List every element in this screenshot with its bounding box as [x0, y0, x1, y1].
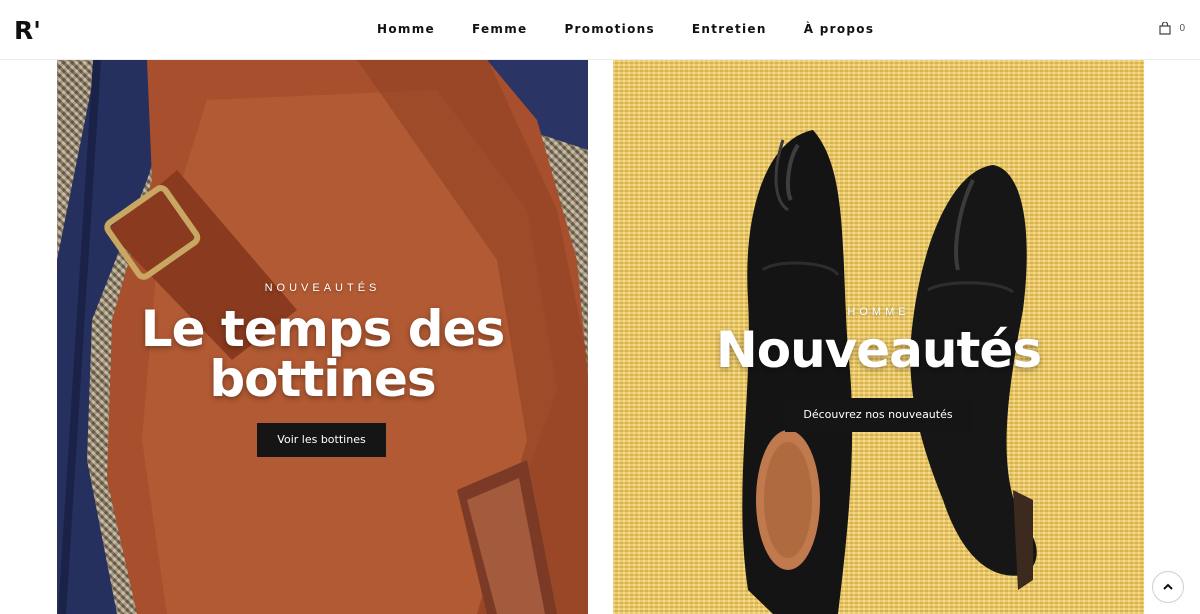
chevron-up-icon	[1163, 583, 1173, 590]
shopping-bag-icon	[1159, 22, 1172, 35]
nav-item-entretien[interactable]: Entretien	[692, 22, 767, 36]
promo-panel-nouveautes[interactable]: HOMME Nouveautés Découvrez nos nouveauté…	[613, 60, 1144, 614]
nav-item-a-propos[interactable]: À propos	[804, 22, 875, 36]
nav-item-promotions[interactable]: Promotions	[564, 22, 654, 36]
logo[interactable]: R'	[14, 18, 41, 43]
panel-title: Le temps des bottines	[57, 304, 588, 404]
cart-count: 0	[1179, 23, 1185, 34]
panel-eyebrow: HOMME	[847, 306, 910, 318]
panel-title-line1: Le temps des	[140, 300, 506, 358]
panel-eyebrow: NOUVEAUTÉS	[264, 282, 381, 294]
promo-panel-bottines[interactable]: NOUVEAUTÉS Le temps des bottines Voir le…	[57, 60, 588, 614]
nav-item-homme[interactable]: Homme	[377, 22, 435, 36]
voir-bottines-button[interactable]: Voir les bottines	[257, 423, 386, 457]
scroll-to-top-button[interactable]	[1152, 571, 1184, 603]
panel-title-line2: bottines	[209, 350, 436, 408]
decouvrez-nouveautes-button[interactable]: Découvrez nos nouveautés	[785, 398, 971, 432]
site-header: R' Homme Femme Promotions Entretien À pr…	[0, 0, 1200, 60]
nav-item-femme[interactable]: Femme	[472, 22, 528, 36]
cart-button[interactable]: 0	[1159, 22, 1185, 35]
main-nav: Homme Femme Promotions Entretien À propo…	[377, 22, 911, 36]
panel-title: Nouveautés	[715, 321, 1042, 379]
